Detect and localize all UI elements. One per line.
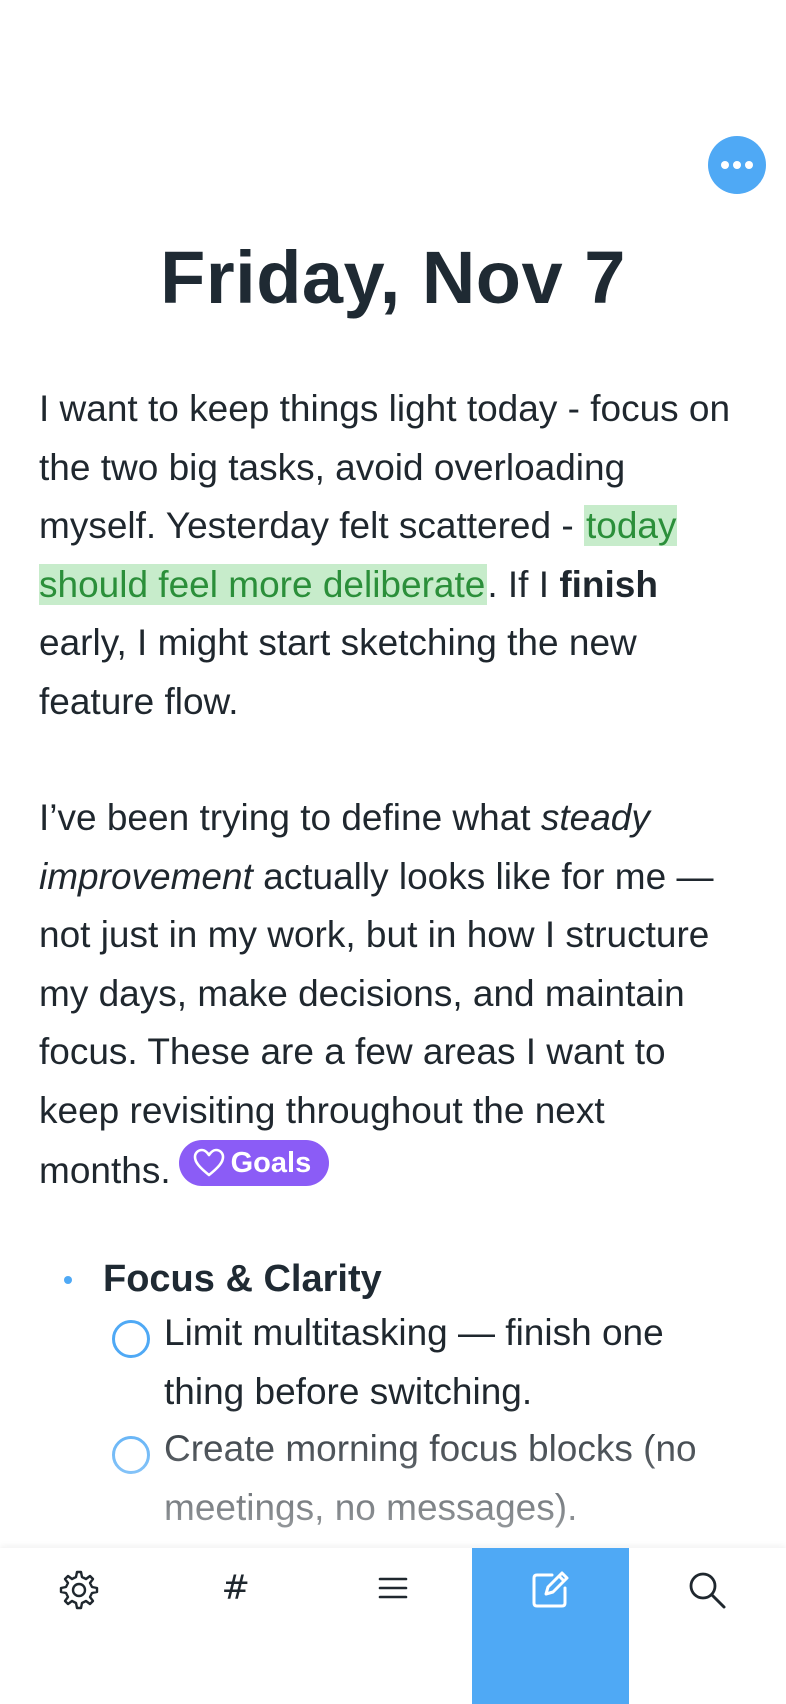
tab-list[interactable]	[314, 1548, 471, 1704]
checkbox-circle-icon[interactable]	[112, 1320, 150, 1358]
entry-paragraph-1: I want to keep things light today - focu…	[39, 380, 739, 731]
goals-tag[interactable]: Goals	[178, 1140, 330, 1186]
todo-item: Limit multitasking — finish one thing be…	[112, 1312, 744, 1421]
checkbox-circle-icon[interactable]	[112, 1436, 150, 1474]
tab-compose[interactable]	[471, 1548, 629, 1704]
bold-text: finish	[559, 563, 658, 605]
entry-body[interactable]: I want to keep things light today - focu…	[39, 380, 739, 1201]
paragraph-text: actually looks like for me — not just in…	[39, 855, 714, 1192]
bottom-tab-bar: #	[0, 1548, 786, 1704]
list-item: Focus & Clarity	[64, 1258, 382, 1301]
bullet-heading: Focus & Clarity	[103, 1258, 382, 1300]
tab-tags[interactable]: #	[157, 1548, 314, 1704]
bullet-icon	[64, 1275, 72, 1284]
ellipsis-icon	[721, 161, 753, 169]
todo-text: Create morning focus blocks (no meetings…	[164, 1428, 697, 1528]
more-options-button[interactable]	[708, 136, 766, 194]
tab-search[interactable]	[629, 1548, 786, 1704]
heart-icon	[193, 1148, 224, 1177]
entry-paragraph-2: I’ve been trying to define what steady i…	[39, 789, 739, 1201]
paragraph-text: early, I might start sketching the new f…	[39, 622, 637, 722]
paragraph-text: I’ve been trying to define what	[39, 797, 541, 838]
paragraph-text: . If I	[487, 563, 560, 605]
todo-text: Limit multitasking — finish one thing be…	[164, 1312, 664, 1412]
compose-icon	[532, 1571, 569, 1608]
hash-icon: #	[221, 1568, 251, 1608]
tab-settings[interactable]	[0, 1548, 157, 1704]
search-icon	[689, 1572, 726, 1609]
gear-icon	[59, 1570, 98, 1610]
todo-item: Create morning focus blocks (no meetings…	[112, 1428, 744, 1537]
page-title: Friday, Nov 7	[160, 236, 626, 319]
tag-label: Goals	[230, 1147, 312, 1179]
list-icon	[378, 1577, 408, 1599]
